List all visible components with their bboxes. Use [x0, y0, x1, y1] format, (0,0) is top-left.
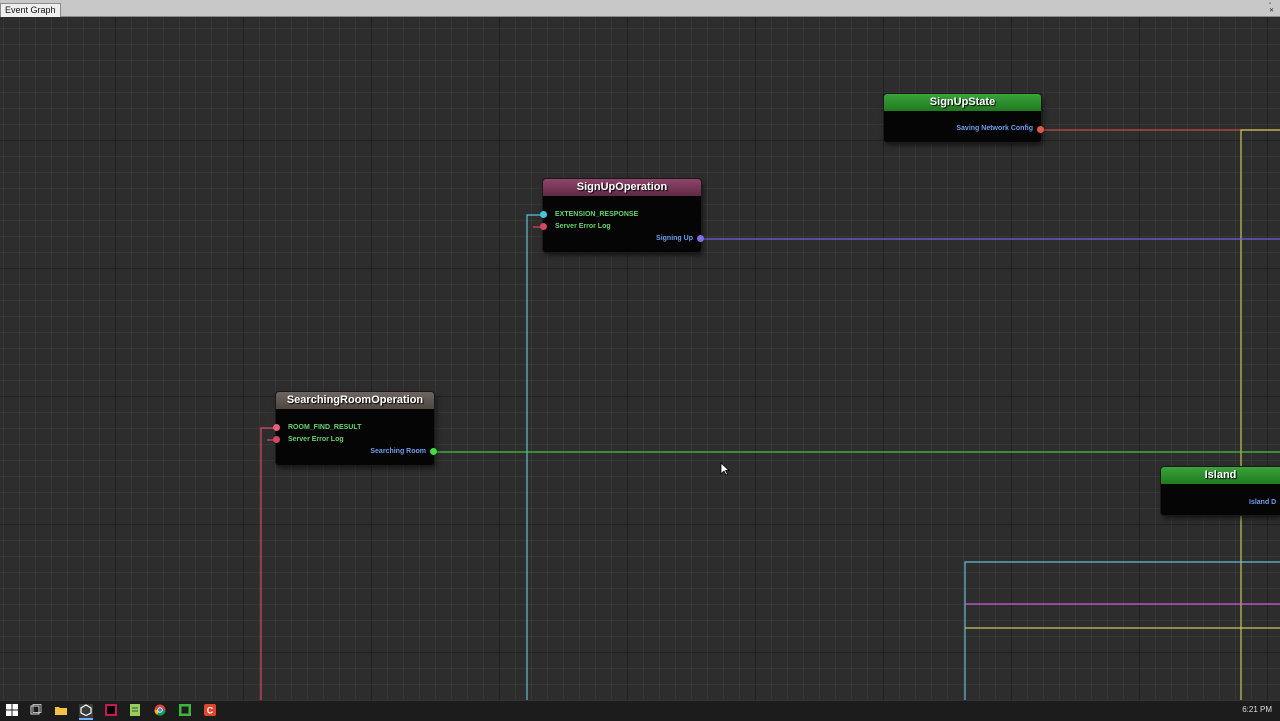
node-island[interactable]: Island Island D — [1161, 467, 1280, 515]
wire-cyan-bottom — [964, 561, 1280, 700]
node-title: Island — [1161, 467, 1280, 484]
mouse-cursor-icon — [720, 462, 730, 476]
rider-icon[interactable] — [104, 704, 118, 718]
close-icon[interactable]: ✕ — [1269, 8, 1274, 15]
svg-text:C: C — [207, 706, 214, 716]
wire-extension-response — [526, 214, 543, 700]
output-pin-saving-network-config[interactable] — [1037, 126, 1044, 133]
wire-room-find-result — [260, 427, 277, 700]
restore-icon[interactable]: ▫ — [1269, 1, 1274, 8]
output-label-island: Island D — [1249, 499, 1277, 506]
window-title-bar: Event Graph ▫ ✕ — [0, 0, 1280, 17]
file-explorer-icon[interactable] — [54, 704, 68, 718]
input-pin-extension-response[interactable] — [540, 211, 547, 218]
graph-canvas[interactable]: SignUpState Saving Network Config SignUp… — [0, 17, 1280, 700]
window-controls[interactable]: ▫ ✕ — [1269, 1, 1274, 15]
output-label-searching-room: Searching Room — [370, 448, 426, 455]
windows-start-icon[interactable] — [5, 704, 19, 718]
input-label-server-error-log: Server Error Log — [555, 223, 611, 230]
node-searching-room-operation[interactable]: SearchingRoomOperation ROOM_FIND_RESULT … — [273, 392, 437, 465]
input-label-extension-response: EXTENSION_RESPONSE — [555, 211, 639, 218]
input-pin-server-error-log[interactable] — [540, 223, 547, 230]
output-pin-signing-up[interactable] — [697, 235, 704, 242]
input-label-server-error-log: Server Error Log — [288, 436, 344, 443]
connection-wires — [260, 129, 1280, 700]
notepad-icon[interactable] — [128, 704, 142, 718]
app-icon[interactable]: C — [203, 704, 217, 718]
input-pin-server-error-log[interactable] — [273, 436, 280, 443]
node-title: SearchingRoomOperation — [276, 392, 434, 409]
terminal-icon[interactable] — [178, 704, 192, 718]
tab-event-graph[interactable]: Event Graph — [0, 3, 61, 17]
output-pin-searching-room[interactable] — [430, 448, 437, 455]
output-label-saving-network-config: Saving Network Config — [956, 125, 1033, 132]
node-title: SignUpState — [884, 94, 1041, 111]
chrome-icon[interactable] — [153, 704, 167, 718]
node-signup-state[interactable]: SignUpState Saving Network Config — [884, 94, 1044, 142]
node-title: SignUpOperation — [543, 179, 701, 196]
input-pin-room-find-result[interactable] — [273, 424, 280, 431]
taskbar: C 6:21 PM — [0, 700, 1280, 721]
unity-icon[interactable] — [79, 704, 93, 720]
task-view-icon[interactable] — [29, 704, 43, 718]
taskbar-clock[interactable]: 6:21 PM — [1242, 705, 1272, 714]
output-label-signing-up: Signing Up — [656, 235, 693, 242]
input-label-room-find-result: ROOM_FIND_RESULT — [288, 424, 362, 431]
node-signup-operation[interactable]: SignUpOperation EXTENSION_RESPONSE Serve… — [540, 179, 704, 252]
wire-yellow-right — [1240, 129, 1280, 700]
